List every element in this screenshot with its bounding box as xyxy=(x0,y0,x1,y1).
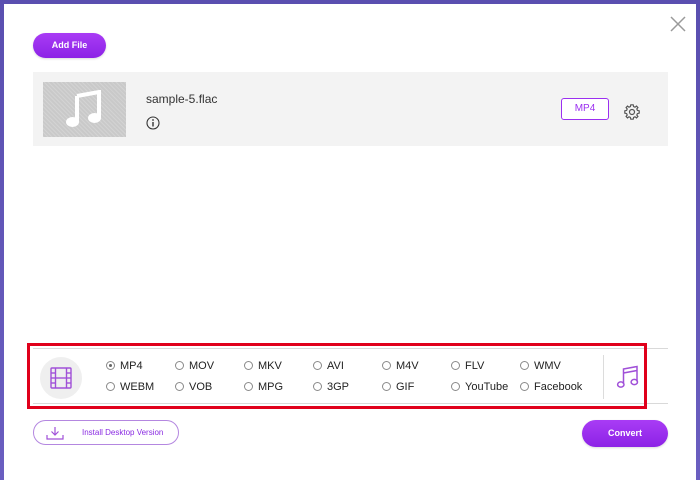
file-thumbnail xyxy=(43,82,126,137)
format-option-3gp[interactable]: 3GP xyxy=(313,381,349,395)
download-icon xyxy=(46,427,64,440)
add-file-button[interactable]: Add File xyxy=(33,33,106,58)
radio-vob[interactable] xyxy=(175,381,184,391)
format-option-gif[interactable]: GIF xyxy=(382,381,414,395)
format-option-mov[interactable]: MOV xyxy=(175,360,214,374)
radio-m4v[interactable] xyxy=(382,360,391,370)
install-desktop-label: Install Desktop Version xyxy=(82,428,164,437)
file-name: sample-5.flac xyxy=(146,92,218,106)
radio-mov[interactable] xyxy=(175,360,184,370)
radio-mpg[interactable] xyxy=(244,381,253,391)
format-option-webm[interactable]: WEBM xyxy=(106,381,154,395)
gear-icon[interactable] xyxy=(623,103,641,121)
radio-wmv[interactable] xyxy=(520,360,529,370)
radio-youtube[interactable] xyxy=(451,381,460,391)
music-note-icon xyxy=(616,365,639,388)
format-option-facebook[interactable]: Facebook xyxy=(520,381,582,395)
file-row: sample-5.flac MP4 xyxy=(33,72,668,146)
radio-mkv[interactable] xyxy=(244,360,253,370)
install-desktop-button[interactable]: Install Desktop Version xyxy=(33,420,179,445)
format-selection-panel: MP4 MOV MKV AVI M4V FLV WMV WEBM VOB MPG… xyxy=(27,343,647,409)
convert-button[interactable]: Convert xyxy=(582,420,668,447)
video-format-tab[interactable] xyxy=(40,357,82,399)
format-option-avi[interactable]: AVI xyxy=(313,360,344,374)
radio-3gp[interactable] xyxy=(313,381,322,391)
format-option-mp4[interactable]: MP4 xyxy=(106,360,143,374)
radio-mp4[interactable] xyxy=(106,360,115,370)
format-option-wmv[interactable]: WMV xyxy=(520,360,561,374)
format-option-m4v[interactable]: M4V xyxy=(382,360,419,374)
radio-gif[interactable] xyxy=(382,381,391,391)
output-format-button[interactable]: MP4 xyxy=(561,98,609,120)
format-option-flv[interactable]: FLV xyxy=(451,360,484,374)
format-option-mkv[interactable]: MKV xyxy=(244,360,282,374)
radio-facebook[interactable] xyxy=(520,381,529,391)
radio-avi[interactable] xyxy=(313,360,322,370)
film-icon xyxy=(50,367,72,389)
info-icon[interactable] xyxy=(146,116,160,130)
radio-flv[interactable] xyxy=(451,360,460,370)
audio-format-tab[interactable] xyxy=(616,365,640,391)
format-option-youtube[interactable]: YouTube xyxy=(451,381,508,395)
close-icon[interactable] xyxy=(668,14,688,34)
converter-dialog: Add File sample-5.flac MP4 MP4 MOV MKV A… xyxy=(4,4,696,480)
radio-webm[interactable] xyxy=(106,381,115,391)
music-note-icon xyxy=(66,90,101,127)
format-option-vob[interactable]: VOB xyxy=(175,381,212,395)
format-option-mpg[interactable]: MPG xyxy=(244,381,283,395)
panel-separator xyxy=(603,355,604,399)
